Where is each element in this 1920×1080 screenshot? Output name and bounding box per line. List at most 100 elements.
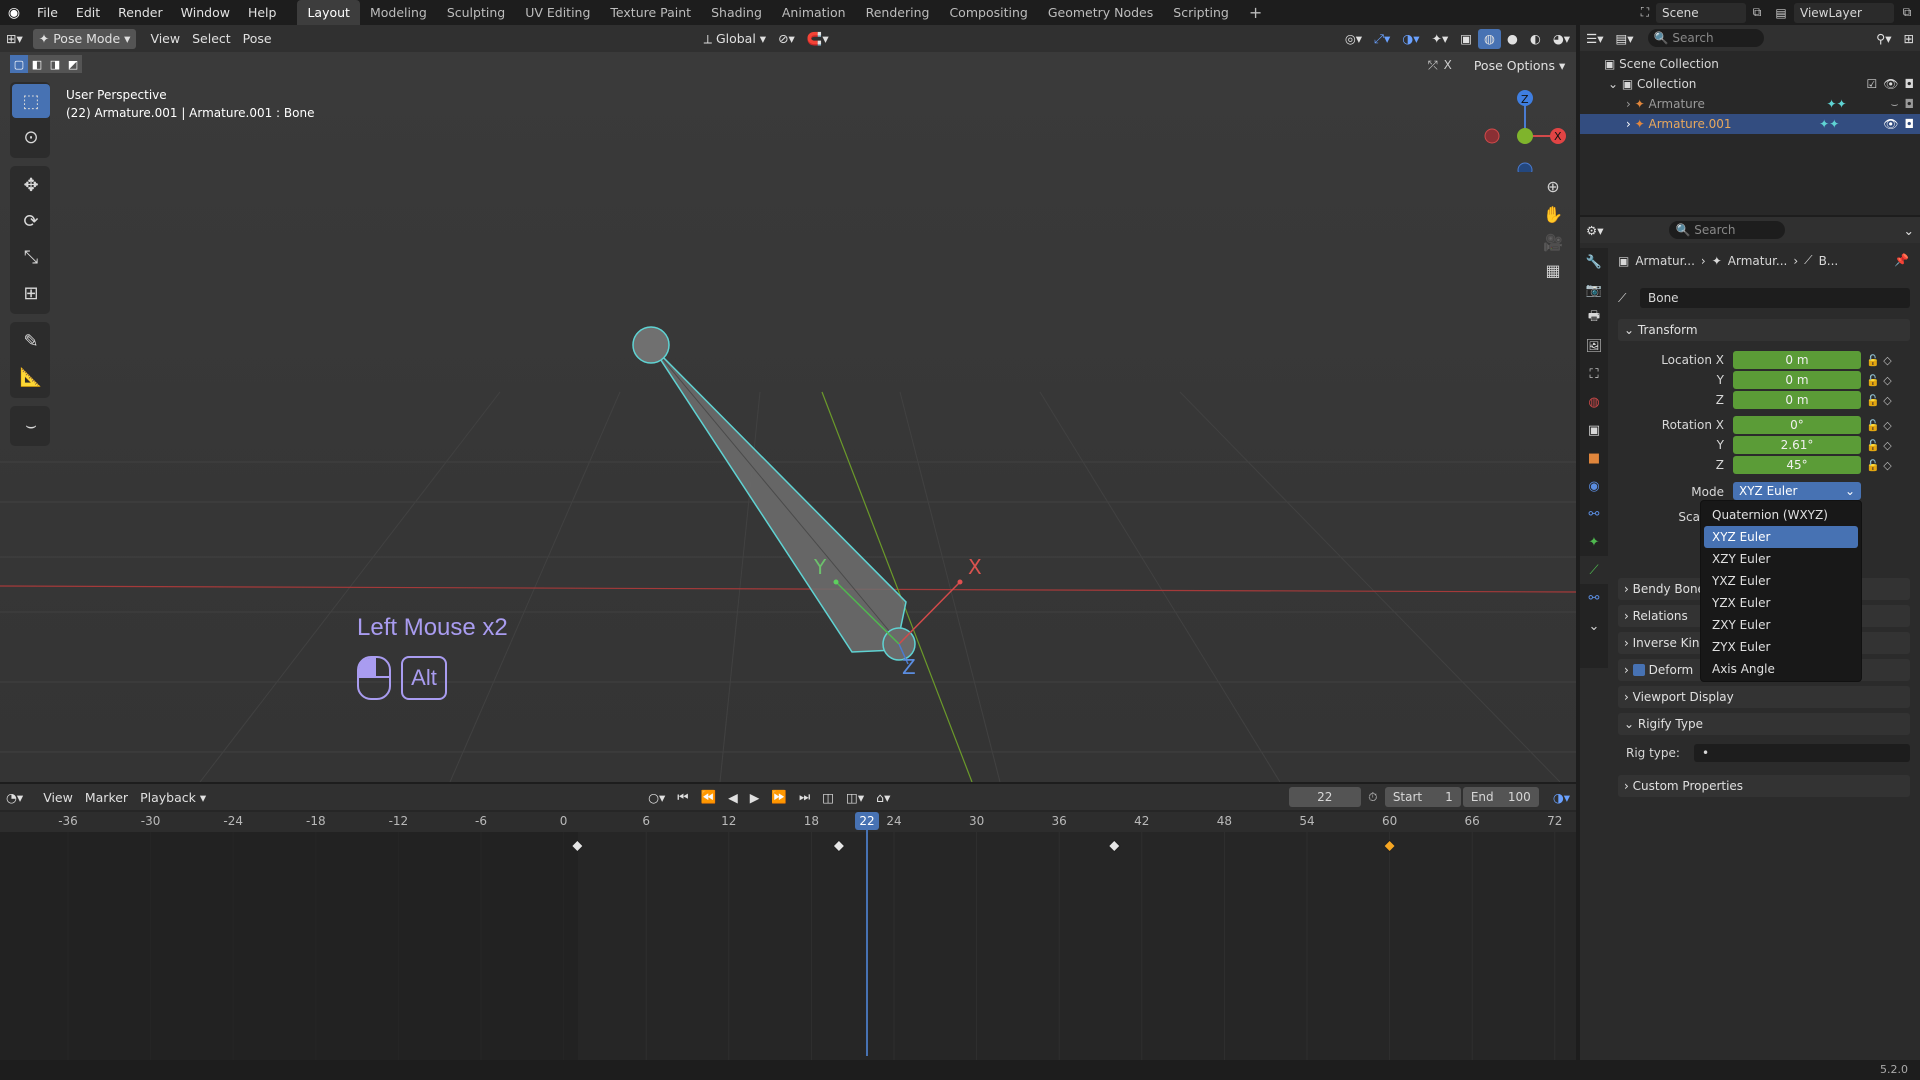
- select-box-icon[interactable]: ⬚: [12, 84, 50, 118]
- keying-prev-icon[interactable]: ◫: [816, 787, 840, 807]
- bone-overlay-icon[interactable]: ✦▾: [1425, 29, 1454, 49]
- scene-collection-row[interactable]: ▣ Scene Collection: [1580, 54, 1920, 74]
- pose-options-dropdown[interactable]: Pose Options ▾: [1468, 55, 1571, 75]
- props-options-icon[interactable]: ⌄: [1898, 220, 1920, 240]
- rigify-type-panel[interactable]: ⌄ Rigify Type: [1618, 713, 1910, 735]
- lock-icon[interactable]: 🔓 ◇: [1866, 371, 1906, 391]
- add-workspace-icon[interactable]: +: [1239, 0, 1272, 25]
- viewport-display-panel[interactable]: › Viewport Display: [1618, 686, 1910, 708]
- lock-icon[interactable]: 🔓 ◇: [1866, 351, 1906, 371]
- location-z-field[interactable]: 0 m: [1733, 391, 1861, 409]
- keying-set-icon[interactable]: ⌂▾: [870, 787, 896, 807]
- navigation-gizmo[interactable]: Z X: [1480, 82, 1570, 172]
- jump-start-icon[interactable]: ⏮: [671, 787, 694, 807]
- bone-constraint-tab-icon[interactable]: ⚯: [1580, 584, 1608, 612]
- play-icon[interactable]: ▶: [744, 787, 766, 807]
- render-icon-3[interactable]: ◘: [1905, 117, 1915, 131]
- end-frame-field[interactable]: End 100: [1462, 787, 1539, 807]
- tab-animation[interactable]: Animation: [772, 0, 856, 25]
- eye-icon-2[interactable]: 👁: [1883, 117, 1898, 131]
- new-collection-icon[interactable]: ⊞: [1898, 28, 1920, 48]
- keying-next-icon[interactable]: ◫▾: [840, 787, 870, 807]
- option-yzx-euler[interactable]: YZX Euler: [1704, 592, 1858, 614]
- menu-select[interactable]: Select: [186, 29, 237, 49]
- tab-rendering[interactable]: Rendering: [856, 0, 940, 25]
- physics-tab-icon[interactable]: ◉: [1580, 472, 1608, 500]
- play-reverse-icon[interactable]: ◀: [722, 787, 744, 807]
- output-tab-icon[interactable]: 🖶: [1580, 304, 1608, 332]
- pivot-icon[interactable]: ⊘▾: [772, 29, 801, 49]
- select-invert-icon[interactable]: ◩: [64, 55, 82, 73]
- scene-selector[interactable]: Scene: [1656, 2, 1746, 23]
- more-tabs-icon[interactable]: ⌄: [1580, 612, 1608, 640]
- filter-icon[interactable]: ⚲▾: [1870, 28, 1897, 48]
- tab-compositing[interactable]: Compositing: [939, 0, 1037, 25]
- timeline-view-icon[interactable]: ◑▾: [1547, 787, 1576, 807]
- annotate-icon[interactable]: ✎: [12, 324, 50, 358]
- bone-head[interactable]: [632, 326, 670, 364]
- option-zyx-euler[interactable]: ZYX Euler: [1704, 636, 1858, 658]
- prev-keyframe-icon[interactable]: ⏪: [695, 787, 723, 807]
- timeline-editor-icon[interactable]: ◔▾: [0, 787, 29, 807]
- pose-data-icon[interactable]: ✦✦: [1826, 97, 1846, 111]
- tab-shading[interactable]: Shading: [701, 0, 772, 25]
- blender-logo-icon[interactable]: ◉: [0, 0, 28, 25]
- lock-icon[interactable]: 🔓 ◇: [1866, 436, 1906, 456]
- expand-icon-2[interactable]: ›: [1626, 117, 1635, 131]
- editor-type-icon[interactable]: ⊞▾: [0, 29, 29, 49]
- current-frame-field[interactable]: 22: [1288, 787, 1361, 807]
- outliner-search[interactable]: 🔍 Search: [1647, 29, 1764, 47]
- transform-panel-header[interactable]: ⌄ Transform: [1618, 319, 1910, 341]
- rig-type-field[interactable]: •: [1694, 744, 1910, 762]
- render-tab-icon[interactable]: 📷: [1580, 276, 1608, 304]
- expand-icon[interactable]: ›: [1626, 97, 1635, 111]
- bone-name-field[interactable]: Bone: [1640, 288, 1910, 308]
- scale-icon[interactable]: ⤡: [12, 240, 50, 274]
- eye-icon[interactable]: 👁: [1883, 77, 1898, 91]
- pin-icon[interactable]: 📌: [1894, 253, 1909, 267]
- armature-row[interactable]: › ✦ Armature ✦✦ ⌣ ◘: [1580, 94, 1920, 114]
- move-icon[interactable]: ✥: [12, 168, 50, 202]
- armature-data-tab-icon[interactable]: ✦: [1580, 528, 1608, 556]
- location-x-field[interactable]: 0 m: [1733, 351, 1861, 369]
- camera-icon[interactable]: 🎥: [1539, 228, 1567, 256]
- armature001-row[interactable]: › ✦ Armature.001 ✦✦ 👁 ◘: [1580, 114, 1920, 134]
- option-xyz-euler[interactable]: XYZ Euler: [1704, 526, 1858, 548]
- select-subtract-icon[interactable]: ◨: [46, 55, 64, 73]
- timeline-menu-marker[interactable]: Marker: [79, 787, 134, 807]
- perspective-grid-icon[interactable]: ▦: [1539, 256, 1567, 284]
- view-layer-tab-icon[interactable]: 🖼: [1580, 332, 1608, 360]
- zoom-icon[interactable]: ⊕: [1539, 172, 1567, 200]
- render-icon-2[interactable]: ◘: [1905, 97, 1915, 111]
- tool-tab-icon[interactable]: 🔧: [1580, 248, 1608, 276]
- object-tab-icon[interactable]: ■: [1580, 444, 1608, 472]
- constraints-tab-icon[interactable]: ⚯: [1580, 500, 1608, 528]
- lock-icon[interactable]: 🔓 ◇: [1866, 456, 1906, 476]
- properties-editor-icon[interactable]: ⚙▾: [1580, 220, 1609, 240]
- menu-pose[interactable]: Pose: [237, 29, 278, 49]
- menu-render[interactable]: Render: [109, 0, 172, 25]
- lock-icon[interactable]: 🔓 ◇: [1866, 416, 1906, 436]
- collection-tab-icon[interactable]: ▣: [1580, 416, 1608, 444]
- visibility-icon[interactable]: ◎▾: [1339, 29, 1368, 49]
- shading-material-icon[interactable]: ◐: [1524, 29, 1547, 49]
- option-quaternion[interactable]: Quaternion (WXYZ): [1704, 504, 1858, 526]
- autokey-icon[interactable]: ○▾: [642, 787, 671, 807]
- menu-file[interactable]: File: [28, 0, 67, 25]
- select-extend-icon[interactable]: ◧: [28, 55, 46, 73]
- measure-icon[interactable]: 📐: [12, 360, 50, 394]
- collection-row[interactable]: ⌄ ▣ Collection ☑ 👁 ◘: [1580, 74, 1920, 94]
- cursor-icon[interactable]: ⊙: [12, 120, 50, 154]
- eye-closed-icon[interactable]: ⌣: [1891, 97, 1899, 112]
- playhead-line[interactable]: [866, 812, 868, 1056]
- viewlayer-icon[interactable]: ▤: [1768, 6, 1794, 20]
- transform-icon[interactable]: ⊞: [12, 276, 50, 310]
- new-scene-icon[interactable]: ⧉: [1746, 5, 1768, 20]
- tab-scripting[interactable]: Scripting: [1163, 0, 1239, 25]
- tab-uv-editing[interactable]: UV Editing: [515, 0, 600, 25]
- option-yxz-euler[interactable]: YXZ Euler: [1704, 570, 1858, 592]
- menu-view[interactable]: View: [144, 29, 186, 49]
- option-zxy-euler[interactable]: ZXY Euler: [1704, 614, 1858, 636]
- xray-icon[interactable]: ▣: [1454, 29, 1478, 49]
- overlay-icon[interactable]: ◑▾: [1396, 29, 1425, 49]
